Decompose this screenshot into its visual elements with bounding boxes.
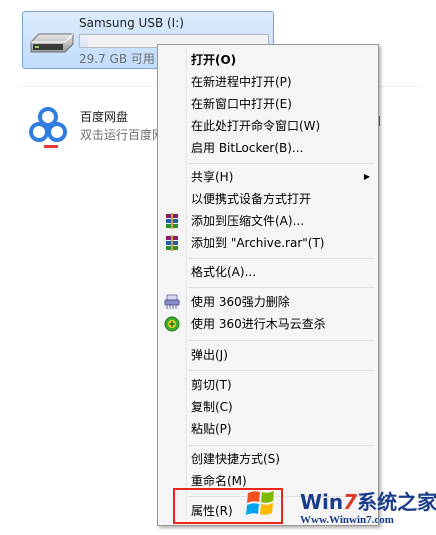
menu-label: 粘贴(P) <box>191 422 232 436</box>
menu-separator <box>188 370 374 371</box>
menu-label: 使用 360强力删除 <box>191 295 290 309</box>
context-menu: 打开(O) 在新进程中打开(P) 在新窗口中打开(E) 在此处打开命令窗口(W)… <box>157 44 379 526</box>
watermark-url: Www.Winwin7.com <box>300 514 394 526</box>
menu-label: 剪切(T) <box>191 378 232 392</box>
menu-item-360-trojan-scan[interactable]: 使用 360进行木马云查杀 <box>160 313 376 335</box>
menu-label: 打开(O) <box>191 53 237 67</box>
menu-item-paste[interactable]: 粘贴(P) <box>160 418 376 440</box>
capacity-fill <box>80 35 88 47</box>
baidu-usage-bar <box>44 145 58 148</box>
menu-label: 共享(H) <box>191 170 234 184</box>
watermark-seven: 7 <box>343 490 358 514</box>
menu-item-bitlocker[interactable]: 启用 BitLocker(B)... <box>160 137 376 159</box>
watermark-title: Win7系统之家 <box>300 486 436 515</box>
360-security-icon <box>164 316 180 332</box>
watermark-suffix: 系统之家 <box>357 490 436 514</box>
winrar-icon <box>166 235 178 251</box>
menu-label: 在新进程中打开(P) <box>191 75 292 89</box>
winrar-icon <box>166 213 178 229</box>
menu-separator <box>188 258 374 259</box>
menu-label: 启用 BitLocker(B)... <box>191 141 304 155</box>
menu-item-open-new-process[interactable]: 在新进程中打开(P) <box>160 71 376 93</box>
shredder-icon <box>164 294 180 309</box>
menu-item-cut[interactable]: 剪切(T) <box>160 374 376 396</box>
menu-label: 创建快捷方式(S) <box>191 452 280 466</box>
menu-separator <box>188 340 374 341</box>
menu-label: 在新窗口中打开(E) <box>191 97 292 111</box>
usb-drive-icon <box>30 33 74 53</box>
watermark-win: Win <box>300 490 344 514</box>
menu-label: 添加到 "Archive.rar"(T) <box>191 236 325 250</box>
menu-item-portable-open[interactable]: 以便携式设备方式打开 <box>160 188 376 210</box>
menu-item-eject[interactable]: 弹出(J) <box>160 344 376 366</box>
menu-item-copy[interactable]: 复制(C) <box>160 396 376 418</box>
menu-separator <box>188 287 374 288</box>
menu-label: 以便携式设备方式打开 <box>191 192 312 206</box>
menu-label: 在此处打开命令窗口(W) <box>191 119 321 133</box>
menu-item-open[interactable]: 打开(O) <box>160 49 376 71</box>
menu-label: 格式化(A)... <box>191 265 257 279</box>
menu-item-add-archive-rar[interactable]: 添加到 "Archive.rar"(T) <box>160 232 376 254</box>
menu-label: 使用 360进行木马云查杀 <box>191 317 326 331</box>
drive-name: Samsung USB (I:) <box>79 16 184 30</box>
menu-item-360-shred[interactable]: 使用 360强力删除 <box>160 291 376 313</box>
menu-item-format[interactable]: 格式化(A)... <box>160 261 376 283</box>
menu-item-add-archive[interactable]: 添加到压缩文件(A)... <box>160 210 376 232</box>
menu-label: 弹出(J) <box>191 348 228 362</box>
drive-free-space: 29.7 GB 可用 <box>79 52 155 66</box>
baidu-name[interactable]: 百度网盘 <box>80 108 128 125</box>
site-watermark: Win7系统之家 Www.Winwin7.com <box>242 484 436 535</box>
windows-logo-icon <box>246 491 274 515</box>
menu-item-open-cmd-here[interactable]: 在此处打开命令窗口(W) <box>160 115 376 137</box>
baidu-subtitle: 双击运行百度网 <box>80 128 160 142</box>
menu-item-create-shortcut[interactable]: 创建快捷方式(S) <box>160 448 376 470</box>
menu-separator <box>188 163 374 164</box>
menu-item-share[interactable]: 共享(H) ▶ <box>160 166 376 188</box>
submenu-arrow-icon: ▶ <box>363 172 370 181</box>
menu-label: 复制(C) <box>191 400 233 414</box>
baidu-netdisk-icon[interactable] <box>28 106 68 146</box>
menu-item-open-new-window[interactable]: 在新窗口中打开(E) <box>160 93 376 115</box>
menu-label: 添加到压缩文件(A)... <box>191 214 305 228</box>
menu-separator <box>188 445 374 446</box>
